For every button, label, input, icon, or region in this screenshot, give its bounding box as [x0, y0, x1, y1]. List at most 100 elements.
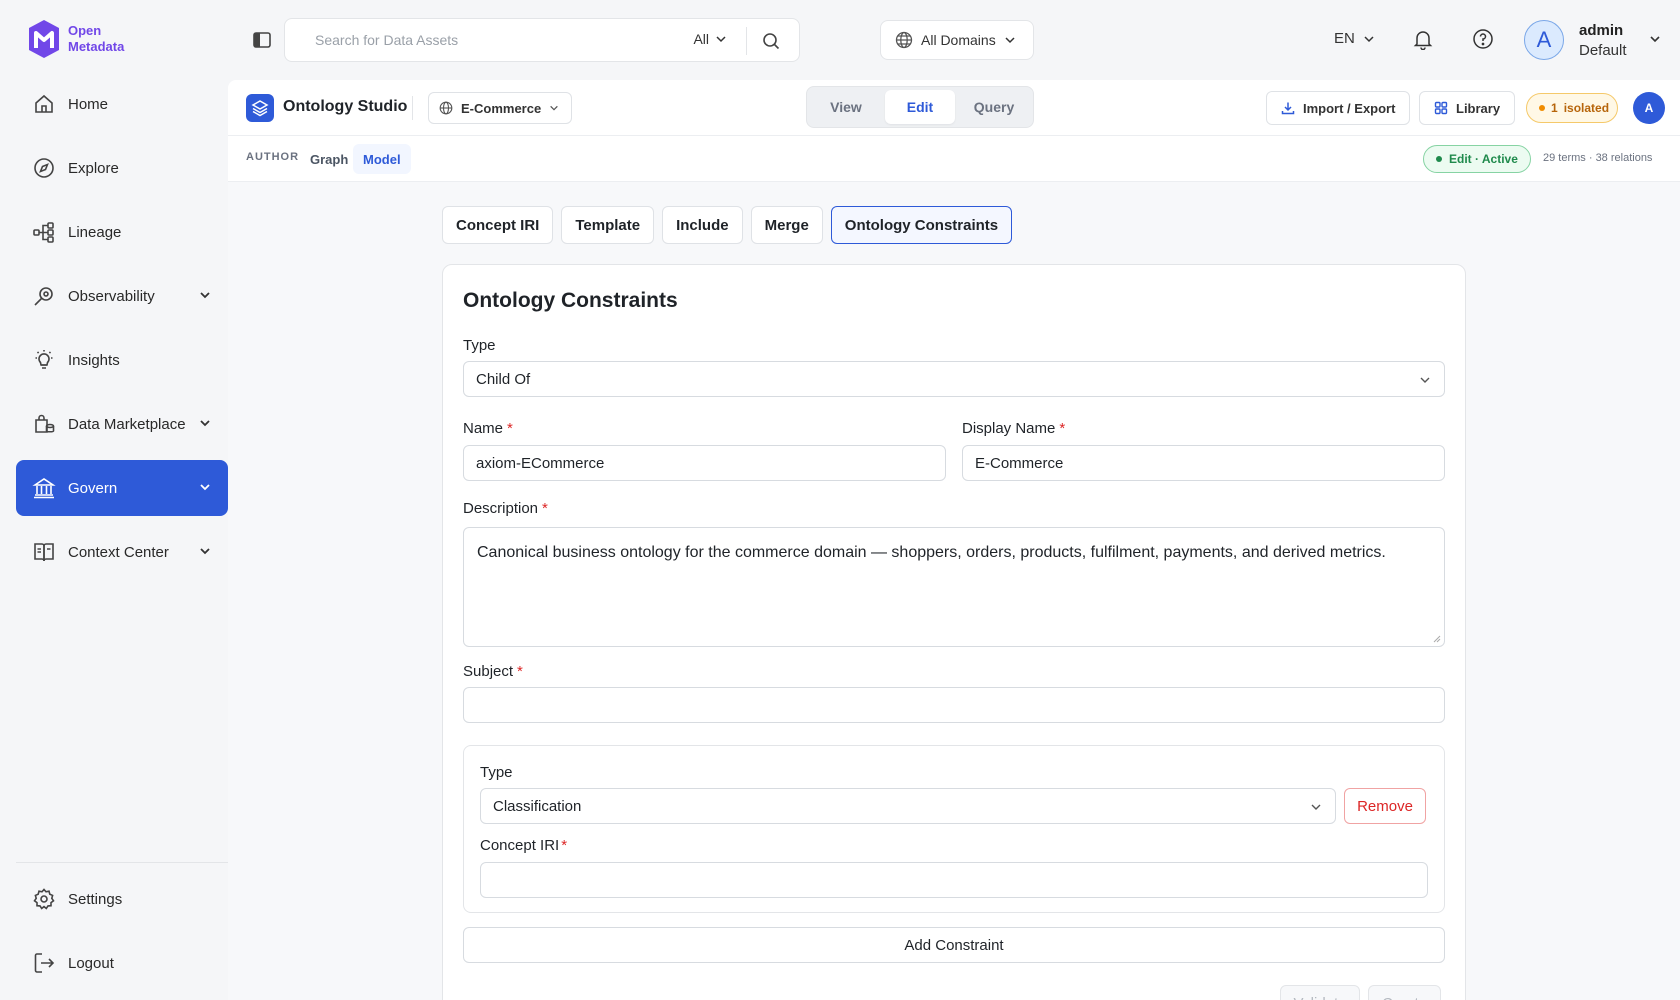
import-export-label: Import / Export: [1303, 100, 1396, 116]
description-field[interactable]: Canonical business ontology for the comm…: [463, 527, 1445, 647]
sidebar-item-label: Home: [68, 95, 109, 113]
chevron-down-icon[interactable]: [198, 480, 212, 494]
tab-include[interactable]: Include: [662, 206, 743, 244]
ontology-constraints-form: Ontology Constraints Type Child Of Name *…: [442, 264, 1466, 1000]
mode-switcher: View Edit Query: [806, 86, 1034, 128]
name-field[interactable]: [463, 445, 946, 481]
create-button[interactable]: Create: [1368, 985, 1441, 1000]
app-logo[interactable]: Open Metadata: [26, 18, 124, 60]
sidebar-toggle-icon[interactable]: [252, 30, 272, 50]
constraint-item: Type Classification Remove Concept IRI *: [463, 745, 1445, 913]
observability-icon: [32, 284, 56, 308]
name-label: Name *: [463, 420, 513, 437]
required-asterisk: *: [507, 420, 513, 437]
domain-selector[interactable]: All Domains: [880, 20, 1034, 60]
required-asterisk: *: [1059, 420, 1066, 437]
sidebar-item-govern[interactable]: Govern: [16, 460, 228, 516]
globe-icon: [439, 101, 453, 115]
required-asterisk: *: [542, 500, 548, 517]
tab-ontology-constraints[interactable]: Ontology Constraints: [830, 206, 1013, 244]
search-scope-dropdown[interactable]: All: [693, 31, 727, 47]
chevron-down-icon: [1420, 377, 1430, 383]
description-label: Description *: [463, 500, 548, 517]
page-title: Ontology Studio: [283, 98, 408, 115]
marketplace-icon: [32, 412, 56, 436]
search-icon[interactable]: [761, 31, 781, 51]
globe-icon: [895, 31, 913, 49]
studio-domain-selector[interactable]: E-Commerce: [428, 92, 572, 124]
logo-text-line2: Metadata: [68, 39, 125, 54]
form-title: Ontology Constraints: [463, 289, 678, 312]
mode-edit-button[interactable]: Edit: [885, 90, 955, 124]
sidebar-item-label: Explore: [68, 159, 119, 177]
remove-constraint-button[interactable]: Remove: [1344, 788, 1426, 824]
author-subbar: AUTHOR Graph Model Edit · Active 29 term…: [228, 136, 1680, 182]
sidebar-item-explore[interactable]: Explore: [16, 140, 228, 196]
concept-iri-label-text: Concept IRI: [480, 837, 560, 854]
subject-label-text: Subject: [463, 663, 514, 680]
sidebar-item-data-marketplace[interactable]: Data Marketplace: [16, 396, 228, 452]
sidebar-item-context-center[interactable]: Context Center: [16, 524, 228, 580]
isolated-badge[interactable]: 1 isolated: [1526, 93, 1618, 123]
chevron-down-icon[interactable]: [198, 544, 212, 558]
avatar[interactable]: A: [1524, 20, 1564, 60]
gear-icon: [32, 887, 56, 911]
status-badge: Edit · Active: [1423, 145, 1531, 173]
import-export-button[interactable]: Import / Export: [1266, 91, 1411, 125]
mode-query-button[interactable]: Query: [959, 90, 1029, 124]
chevron-down-icon: [716, 36, 726, 43]
sidebar-item-settings[interactable]: Settings: [16, 871, 228, 927]
download-icon: [1281, 102, 1295, 115]
search-input[interactable]: [285, 32, 725, 48]
constraint-type-value: Classification: [493, 797, 582, 815]
resize-handle-icon[interactable]: [1431, 633, 1441, 643]
sidebar-item-home[interactable]: Home: [16, 76, 228, 132]
required-asterisk: *: [561, 837, 568, 854]
help-icon[interactable]: [1472, 28, 1494, 50]
openmetadata-logo-icon: [29, 20, 59, 58]
sidebar-item-label: Data Marketplace: [68, 415, 186, 433]
sidebar-item-insights[interactable]: Insights: [16, 332, 228, 388]
tab-graph[interactable]: Graph: [300, 144, 358, 174]
type-select[interactable]: Child Of: [463, 361, 1445, 397]
term-relation-counts: 29 terms · 38 relations: [1543, 152, 1653, 164]
global-search: All: [284, 18, 800, 62]
logout-icon: [32, 951, 56, 975]
validate-button[interactable]: Validate: [1280, 985, 1360, 1000]
chevron-down-icon[interactable]: [198, 416, 212, 430]
constraint-type-select[interactable]: Classification: [480, 788, 1336, 824]
studio-header: Ontology Studio E-Commerce View Edit Que…: [228, 80, 1680, 136]
tab-model[interactable]: Model: [353, 144, 411, 174]
required-asterisk: *: [517, 663, 523, 680]
concept-iri-field[interactable]: [480, 862, 1428, 898]
avatar[interactable]: A: [1633, 92, 1665, 124]
govern-icon: [32, 476, 56, 500]
display-name-field[interactable]: [962, 445, 1445, 481]
subject-field[interactable]: [463, 687, 1445, 723]
book-icon: [32, 540, 56, 564]
sidebar-item-label: Settings: [68, 890, 123, 908]
status-dot: [1539, 105, 1545, 111]
language-selector[interactable]: EN: [1334, 30, 1375, 47]
tab-concept-iri[interactable]: Concept IRI: [442, 206, 554, 244]
sidebar-item-label: Context Center: [68, 543, 169, 561]
home-icon: [32, 92, 56, 116]
sidebar-item-observability[interactable]: Observability: [16, 268, 228, 324]
layers-icon: [246, 94, 274, 122]
tab-merge[interactable]: Merge: [750, 206, 823, 244]
chevron-down-icon[interactable]: [1648, 32, 1662, 46]
sidebar-item-logout[interactable]: Logout: [16, 935, 228, 991]
add-constraint-button[interactable]: Add Constraint: [463, 927, 1445, 963]
status-dot: [1436, 156, 1442, 162]
name-label-text: Name: [463, 420, 504, 437]
lightbulb-icon: [32, 348, 56, 372]
mode-view-button[interactable]: View: [811, 90, 881, 124]
divider: [412, 96, 413, 120]
chevron-down-icon[interactable]: [198, 288, 212, 302]
library-button[interactable]: Library: [1419, 91, 1516, 125]
description-value: Canonical business ontology for the comm…: [477, 544, 1386, 561]
divider: [746, 27, 747, 55]
bell-icon[interactable]: [1412, 28, 1434, 50]
tab-template[interactable]: Template: [561, 206, 655, 244]
sidebar-item-lineage[interactable]: Lineage: [16, 204, 228, 260]
